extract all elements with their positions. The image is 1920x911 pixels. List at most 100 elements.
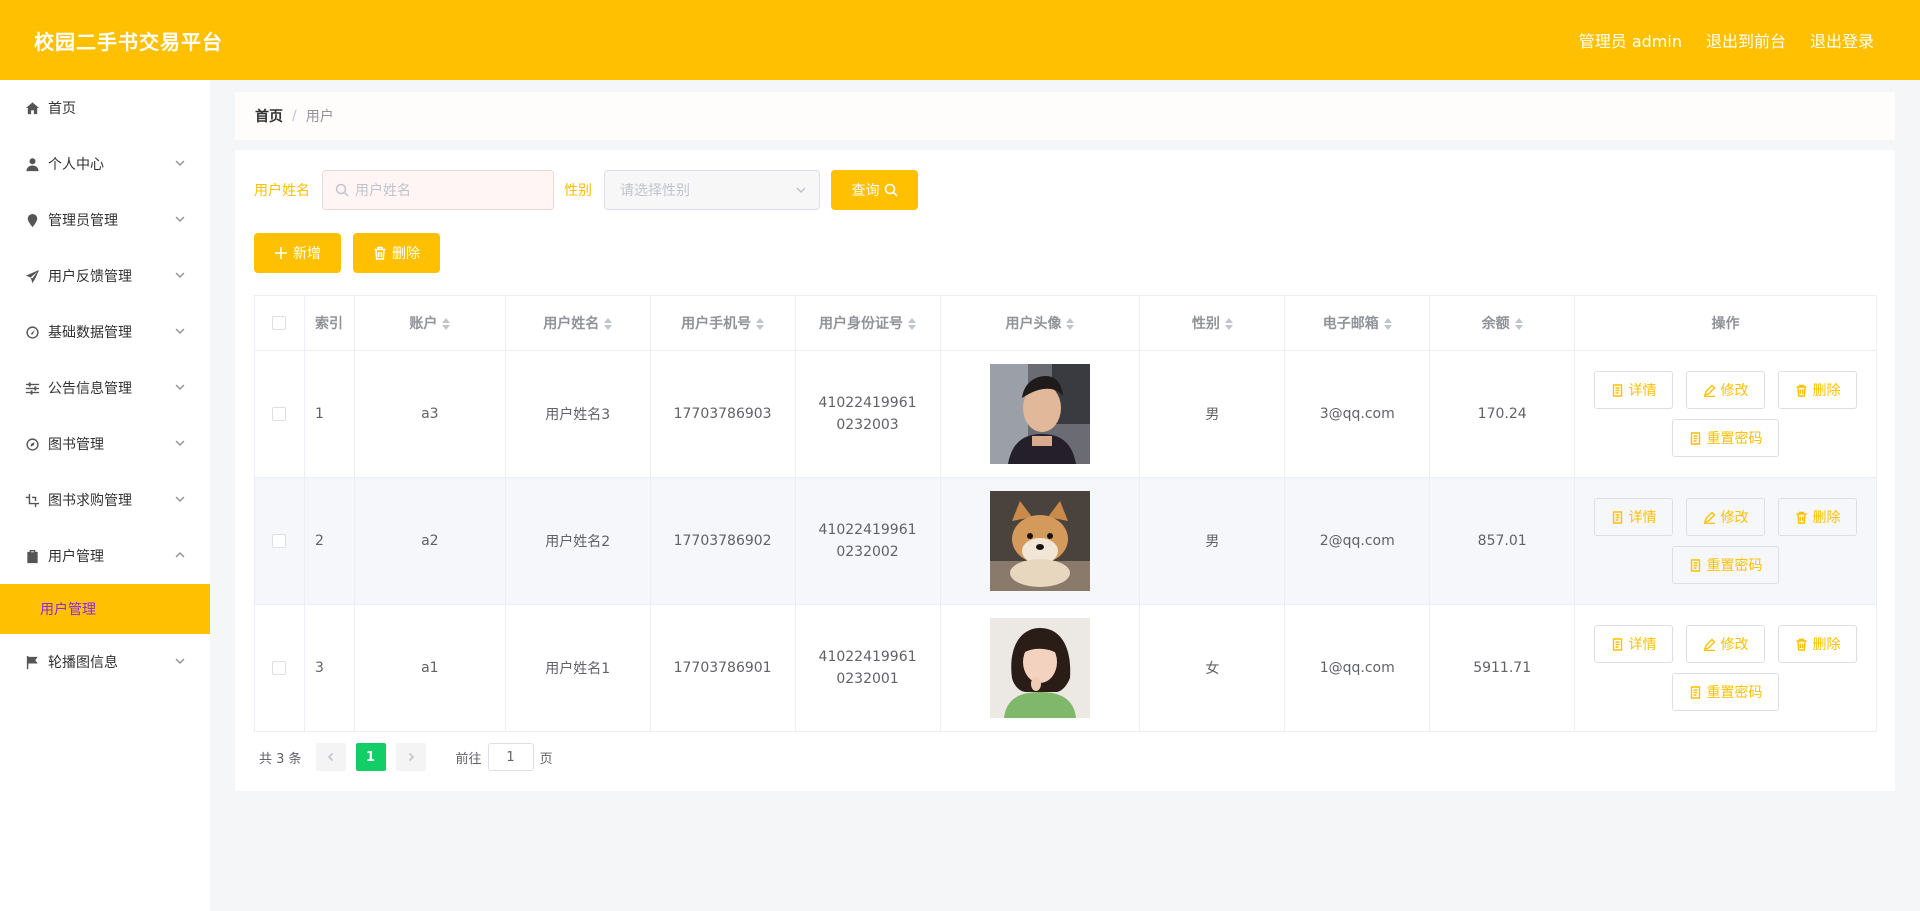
idcard-value: 410224199610232003 xyxy=(818,395,917,433)
sort-icon[interactable] xyxy=(1383,317,1392,331)
sidebar-item-personal-center[interactable]: 个人中心 xyxy=(0,136,210,192)
avatar-cell xyxy=(939,477,1141,605)
detail-button[interactable]: 详情 xyxy=(1594,625,1674,663)
add-button[interactable]: 新增 xyxy=(254,233,341,273)
account-cell: a3 xyxy=(353,350,506,478)
chevron-right-icon xyxy=(408,752,414,762)
reset-password-button[interactable]: 重置密码 xyxy=(1672,673,1780,711)
sidebar-item-carousel-info[interactable]: 轮播图信息 xyxy=(0,634,210,690)
next-page-button[interactable] xyxy=(395,743,426,771)
shiba-dog-photo[interactable] xyxy=(989,491,1090,591)
chevron-down-icon xyxy=(174,655,188,669)
edit-button[interactable]: 修改 xyxy=(1686,371,1766,409)
breadcrumb-home[interactable]: 首页 xyxy=(255,106,283,126)
user-table: 索引 账户 用户姓名 用户手机号 用户身份证号 用户头像 性别 电子邮箱 余额 … xyxy=(254,295,1877,732)
row-checkbox[interactable] xyxy=(272,661,287,675)
edit-button-label: 修改 xyxy=(1720,383,1749,399)
column-header-email[interactable]: 电子邮箱 xyxy=(1284,295,1431,351)
sort-icon[interactable] xyxy=(756,317,765,331)
column-header-name[interactable]: 用户姓名 xyxy=(504,295,651,351)
query-button[interactable]: 查询 xyxy=(831,170,918,210)
column-header-label: 余额 xyxy=(1481,316,1510,332)
phone-cell: 17703786902 xyxy=(649,477,796,605)
document-icon xyxy=(1612,383,1622,397)
sidebar-item-label: 个人中心 xyxy=(48,157,104,173)
edit-button[interactable]: 修改 xyxy=(1686,498,1766,536)
sidebar-item-label: 用户管理 xyxy=(48,549,104,565)
reset-password-button[interactable]: 重置密码 xyxy=(1672,546,1780,584)
detail-button[interactable]: 详情 xyxy=(1594,371,1674,409)
column-header-balance[interactable]: 余额 xyxy=(1429,295,1576,351)
sidebar: 首页 个人中心 管理员管理 用户反馈管理 基础数据管理 公告信息管理 图书管理 … xyxy=(0,80,210,911)
sort-icon[interactable] xyxy=(604,317,613,331)
detail-button-label: 详情 xyxy=(1628,383,1657,399)
sidebar-item-user-management[interactable]: 用户管理 xyxy=(0,528,210,584)
sort-icon[interactable] xyxy=(442,317,451,331)
delete-button-label: 删除 xyxy=(1812,510,1841,526)
column-header-label: 用户身份证号 xyxy=(819,316,904,332)
sidebar-item-notice-management[interactable]: 公告信息管理 xyxy=(0,360,210,416)
row-checkbox[interactable] xyxy=(272,407,287,421)
gender-select[interactable]: 请选择性别 xyxy=(604,170,820,210)
goto-page-input[interactable]: 1 xyxy=(487,743,534,771)
delete-button[interactable]: 删除 xyxy=(1778,498,1858,536)
edit-icon xyxy=(1703,384,1716,397)
sidebar-item-book-management[interactable]: 图书管理 xyxy=(0,416,210,472)
chevron-down-icon xyxy=(174,493,188,507)
actions-cell: 详情 修改 删除 重置密码 xyxy=(1574,350,1877,478)
sort-icon[interactable] xyxy=(1224,317,1233,331)
row-select-cell xyxy=(254,477,305,605)
column-header-index: 索引 xyxy=(303,295,355,351)
sidebar-item-feedback-management[interactable]: 用户反馈管理 xyxy=(0,248,210,304)
gender-filter-label: 性别 xyxy=(564,183,592,199)
column-header-gender[interactable]: 性别 xyxy=(1139,295,1286,351)
sidebar-item-label: 图书管理 xyxy=(48,437,104,453)
gauge-icon xyxy=(24,324,40,340)
exit-to-front-link[interactable]: 退出到前台 xyxy=(1706,28,1786,52)
column-header-phone[interactable]: 用户手机号 xyxy=(649,295,796,351)
logout-link[interactable]: 退出登录 xyxy=(1810,28,1874,52)
delete-button[interactable]: 删除 xyxy=(1778,625,1858,663)
delete-button-label: 删除 xyxy=(392,246,420,262)
sidebar-item-admin-management[interactable]: 管理员管理 xyxy=(0,192,210,248)
reset-password-button[interactable]: 重置密码 xyxy=(1672,419,1780,457)
gender-cell: 女 xyxy=(1139,604,1286,732)
column-header-idcard[interactable]: 用户身份证号 xyxy=(794,295,941,351)
sort-icon[interactable] xyxy=(1514,317,1523,331)
row-select-cell xyxy=(254,350,305,478)
brand-title: 校园二手书交易平台 xyxy=(34,29,223,54)
column-header-label: 用户手机号 xyxy=(681,316,752,332)
sort-icon[interactable] xyxy=(1066,317,1075,331)
prev-page-button[interactable] xyxy=(315,743,346,771)
sidebar-item-home[interactable]: 首页 xyxy=(0,80,210,136)
sidebar-item-basic-data[interactable]: 基础数据管理 xyxy=(0,304,210,360)
gender-select-placeholder: 请选择性别 xyxy=(620,183,690,199)
detail-button[interactable]: 详情 xyxy=(1594,498,1674,536)
select-all-checkbox[interactable] xyxy=(272,316,287,330)
column-header-account[interactable]: 账户 xyxy=(353,295,506,351)
edit-button[interactable]: 修改 xyxy=(1686,625,1766,663)
column-header-label: 电子邮箱 xyxy=(1322,316,1379,332)
sort-icon[interactable] xyxy=(908,317,917,331)
young-man-photo[interactable] xyxy=(989,364,1090,464)
document-icon xyxy=(1690,431,1700,445)
idcard-value: 410224199610232002 xyxy=(818,522,917,560)
delete-button[interactable]: 删除 xyxy=(1778,371,1858,409)
table-row: 3 a1 用户姓名1 17703786901 41022419961023200… xyxy=(254,604,1877,732)
index-cell: 2 xyxy=(303,477,355,605)
avatar-cell xyxy=(939,350,1141,478)
sidebar-item-book-request-management[interactable]: 图书求购管理 xyxy=(0,472,210,528)
table-row: 2 a2 用户姓名2 17703786902 41022419961023200… xyxy=(254,477,1877,605)
flag-icon xyxy=(24,654,40,670)
top-header: 校园二手书交易平台 管理员 admin 退出到前台 退出登录 xyxy=(0,0,1920,80)
page-number-active[interactable]: 1 xyxy=(355,743,386,771)
young-woman-photo[interactable] xyxy=(989,618,1090,718)
email-cell: 1@qq.com xyxy=(1284,604,1431,732)
gender-cell: 男 xyxy=(1139,350,1286,478)
sidebar-subitem-user-management[interactable]: 用户管理 xyxy=(0,584,210,634)
row-checkbox[interactable] xyxy=(272,534,287,548)
batch-delete-button[interactable]: 删除 xyxy=(353,233,440,273)
column-header-avatar[interactable]: 用户头像 xyxy=(939,295,1141,351)
chevron-down-icon xyxy=(796,187,806,194)
name-search-input[interactable]: 用户姓名 xyxy=(322,170,554,210)
